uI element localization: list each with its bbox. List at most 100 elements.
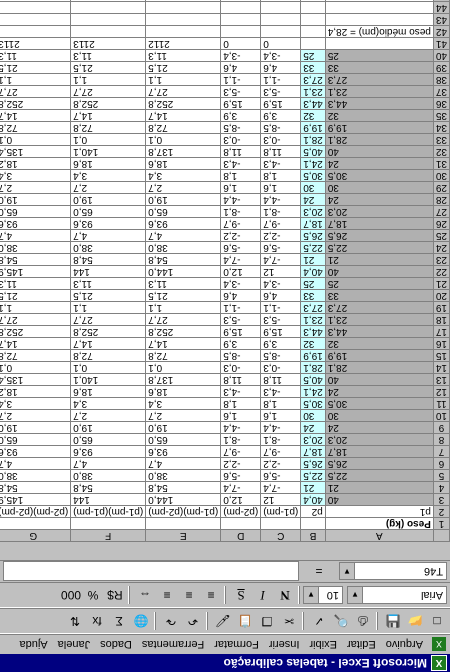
row-header[interactable]: 33: [433, 133, 450, 146]
cell[interactable]: -4,4: [220, 193, 261, 206]
cut-icon[interactable]: ✂: [279, 611, 299, 631]
column-header[interactable]: G: [0, 529, 71, 542]
cell[interactable]: 19,9: [325, 349, 434, 362]
cell[interactable]: 19,9: [325, 121, 434, 134]
cell[interactable]: [325, 13, 434, 26]
row-header[interactable]: 8: [433, 433, 450, 446]
menu-inserir[interactable]: Inserir: [264, 639, 305, 651]
cell[interactable]: 30,5: [325, 397, 434, 410]
cell[interactable]: -5,6: [260, 241, 301, 254]
cell[interactable]: 2,7: [70, 181, 146, 194]
cell[interactable]: 19,0: [145, 193, 221, 206]
cell[interactable]: [70, 13, 146, 26]
cell[interactable]: 65,0: [145, 205, 221, 218]
cell[interactable]: 4,7: [145, 457, 221, 470]
cell[interactable]: -7,4: [260, 253, 301, 266]
align-left-icon[interactable]: ≡: [201, 585, 221, 605]
cell[interactable]: 4,6: [260, 289, 301, 302]
cell[interactable]: [325, 0, 434, 2]
row-header[interactable]: 9: [433, 421, 450, 434]
cell[interactable]: 27,7: [70, 313, 146, 326]
cell[interactable]: -1,1: [220, 301, 261, 314]
open-folder-icon[interactable]: 📂: [405, 611, 425, 631]
cell[interactable]: -5,3: [220, 85, 261, 98]
new-document-icon[interactable]: □: [427, 611, 447, 631]
cell[interactable]: [220, 25, 261, 38]
cell[interactable]: 19,0: [70, 421, 146, 434]
cell[interactable]: 24: [325, 193, 434, 206]
cell[interactable]: 3,9: [220, 109, 261, 122]
cell[interactable]: 1,1: [145, 301, 221, 314]
cell[interactable]: -4,3: [220, 385, 261, 398]
cell[interactable]: 24,1: [300, 157, 326, 170]
cell[interactable]: 1,1: [145, 73, 221, 86]
excel-app-icon[interactable]: X: [431, 655, 447, 671]
cell[interactable]: -2,2: [220, 457, 261, 470]
row-header[interactable]: 29: [433, 181, 450, 194]
cell[interactable]: 2,7: [145, 181, 221, 194]
cell[interactable]: 21,5: [145, 61, 221, 74]
cell[interactable]: 21,5: [145, 289, 221, 302]
cell[interactable]: 24,1: [300, 385, 326, 398]
cell[interactable]: p2: [300, 505, 326, 518]
cell[interactable]: -2,2: [260, 229, 301, 242]
cell[interactable]: [70, 25, 146, 38]
underline-button[interactable]: S: [231, 585, 251, 605]
cell[interactable]: 22,5: [325, 241, 434, 254]
cell[interactable]: 14,7: [145, 109, 221, 122]
row-header[interactable]: 26: [433, 217, 450, 230]
cell[interactable]: -0,3: [260, 133, 301, 146]
cell[interactable]: -3,4: [220, 277, 261, 290]
cell[interactable]: 4,7: [0, 457, 71, 470]
cell[interactable]: 0,1: [145, 133, 221, 146]
cell[interactable]: 18,7: [325, 445, 434, 458]
cell[interactable]: [0, 517, 71, 530]
cell[interactable]: 12,0: [220, 493, 261, 506]
row-header[interactable]: 40: [433, 49, 450, 62]
cell[interactable]: 0,1: [0, 133, 71, 146]
paste-icon[interactable]: 📋: [235, 611, 255, 631]
row-header[interactable]: 17: [433, 325, 450, 338]
menu-editar[interactable]: Editar: [342, 639, 381, 651]
row-header[interactable]: 27: [433, 205, 450, 218]
cell[interactable]: -9,7: [220, 217, 261, 230]
row-header[interactable]: 28: [433, 193, 450, 206]
row-header[interactable]: 24: [433, 241, 450, 254]
cell[interactable]: 11,8: [260, 145, 301, 158]
cell[interactable]: 44,3: [325, 97, 434, 110]
cell[interactable]: 3,9: [220, 337, 261, 350]
cell[interactable]: 18,6: [145, 157, 221, 170]
row-header[interactable]: 41: [433, 37, 450, 50]
font-size-select[interactable]: 10 ▼: [303, 586, 343, 604]
row-header[interactable]: 35: [433, 109, 450, 122]
thousands-separator-button[interactable]: 000: [61, 585, 81, 605]
cell[interactable]: 252,8: [145, 325, 221, 338]
cell[interactable]: 27,3: [325, 301, 434, 314]
cell[interactable]: -2,2: [220, 229, 261, 242]
cell[interactable]: 11,8: [220, 373, 261, 386]
cell[interactable]: [300, 25, 326, 38]
row-header[interactable]: 14: [433, 361, 450, 374]
cell[interactable]: 145,9: [0, 493, 71, 506]
cell[interactable]: 1,1: [0, 301, 71, 314]
cell[interactable]: [220, 517, 261, 530]
cell[interactable]: (p1-pm): [260, 505, 301, 518]
cell[interactable]: -4,4: [260, 421, 301, 434]
cell[interactable]: 252,8: [145, 97, 221, 110]
cell[interactable]: 21,5: [70, 61, 146, 74]
cell[interactable]: 14,7: [70, 109, 146, 122]
bold-button[interactable]: N: [275, 585, 295, 605]
cell[interactable]: -7,4: [220, 481, 261, 494]
cell[interactable]: 54,8: [0, 481, 71, 494]
cell[interactable]: 93,6: [0, 445, 71, 458]
cell[interactable]: 3,4: [145, 169, 221, 182]
cell[interactable]: 65,0: [70, 205, 146, 218]
cell[interactable]: 11,8: [260, 373, 301, 386]
cell[interactable]: 14,7: [70, 337, 146, 350]
cell[interactable]: 12: [260, 265, 301, 278]
row-header[interactable]: 21: [433, 277, 450, 290]
cell[interactable]: -9,7: [220, 445, 261, 458]
cell[interactable]: (p1-pm)(p1-pm): [70, 505, 146, 518]
cell[interactable]: [0, 13, 71, 26]
cell[interactable]: -2,2: [260, 457, 301, 470]
